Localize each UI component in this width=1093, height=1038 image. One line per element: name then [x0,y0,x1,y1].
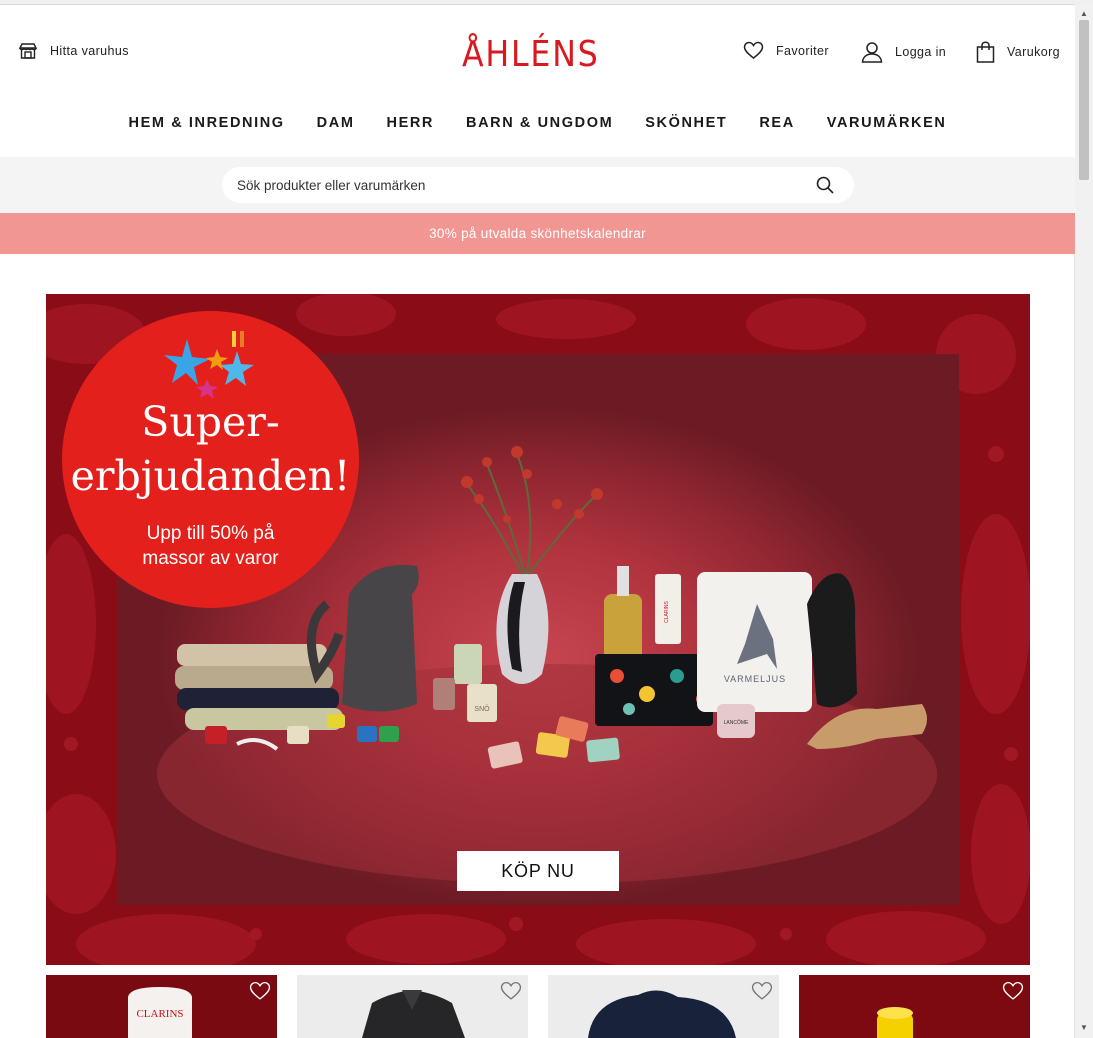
candle-label: SNÖ [474,705,490,713]
login-label: Logga in [895,45,947,59]
scroll-thumb[interactable] [1079,20,1089,180]
cart-link[interactable]: Varukorg [976,41,1060,63]
nav-item-sale[interactable]: REA [743,113,810,133]
blanket-stack [175,644,343,730]
heart-icon[interactable] [1002,981,1024,1006]
search-input[interactable] [237,167,797,203]
find-store-link[interactable]: Hitta varuhus [18,41,129,61]
product-card[interactable] [297,975,528,1038]
user-icon [861,41,883,63]
main-navigation: HEM & INREDNING DAM HERR BARN & UNGDOM S… [0,113,1075,133]
store-icon [18,41,38,61]
favorites-link[interactable]: Favoriter [743,41,829,60]
product-image [297,975,528,1038]
search-box[interactable] [222,167,854,203]
heart-icon[interactable] [500,981,522,1006]
offer-title-line-2: erbjudanden! [70,452,351,500]
product-image [548,975,779,1038]
jar-label: LANCÔME [724,719,749,726]
shopping-bag-icon [976,41,995,63]
login-link[interactable]: Logga in [861,41,946,63]
offer-title-line-1: Super- [141,398,280,446]
site-header: Hitta varuhus ÅHLÉNS Favoriter Logga in … [0,5,1075,157]
nav-item-home-interior[interactable]: HEM & INREDNING [113,113,301,133]
card-brand-label: CLARINS [136,1008,183,1020]
nav-item-men[interactable]: HERR [371,113,451,133]
find-store-label: Hitta varuhus [50,44,129,58]
offer-subtitle: Upp till 50% på massor av varor [62,521,359,571]
nav-item-women[interactable]: DAM [301,113,371,133]
nav-item-brands[interactable]: VARUMÄRKEN [811,113,963,133]
offer-circle-badge: Super- erbjudanden! Upp till 50% på mass… [62,311,359,608]
product-image [799,975,1030,1038]
product-card[interactable] [799,975,1030,1038]
decorative-stars-icon [164,331,254,399]
hero-campaign-banner[interactable]: SNÖ CLARINS VARMELJUS LANCÔME Super- erb… [46,294,1030,965]
favorites-label: Favoriter [776,43,829,58]
tin-label: VARMELJUS [724,674,786,684]
buy-now-button[interactable]: KÖP NU [457,851,619,891]
heart-icon [743,41,764,60]
scrollbar[interactable]: ▲ ▼ [1074,4,1093,1038]
search-bar-area [0,157,1075,213]
promo-banner[interactable]: 30% på utvalda skönhetskalendrar [0,213,1075,254]
product-card[interactable]: CLARINS [46,975,277,1038]
tube-label: CLARINS [664,601,670,623]
search-icon[interactable] [816,176,834,199]
ahlens-logo[interactable]: ÅHLÉNS [462,33,600,77]
nav-item-kids[interactable]: BARN & UNGDOM [450,113,629,133]
heart-icon[interactable] [249,981,271,1006]
nav-item-beauty[interactable]: SKÖNHET [629,113,743,133]
offer-subtitle-line-1: Upp till 50% på [146,523,275,544]
offer-title: Super- erbjudanden! [62,395,359,503]
product-image: CLARINS [46,975,277,1038]
scroll-down-arrow-icon[interactable]: ▼ [1075,1020,1093,1036]
offer-subtitle-line-2: massor av varor [142,548,279,569]
heart-icon[interactable] [751,981,773,1006]
product-cards-row: CLARINS [46,975,1030,1038]
product-card[interactable] [548,975,779,1038]
cart-label: Varukorg [1007,45,1060,59]
